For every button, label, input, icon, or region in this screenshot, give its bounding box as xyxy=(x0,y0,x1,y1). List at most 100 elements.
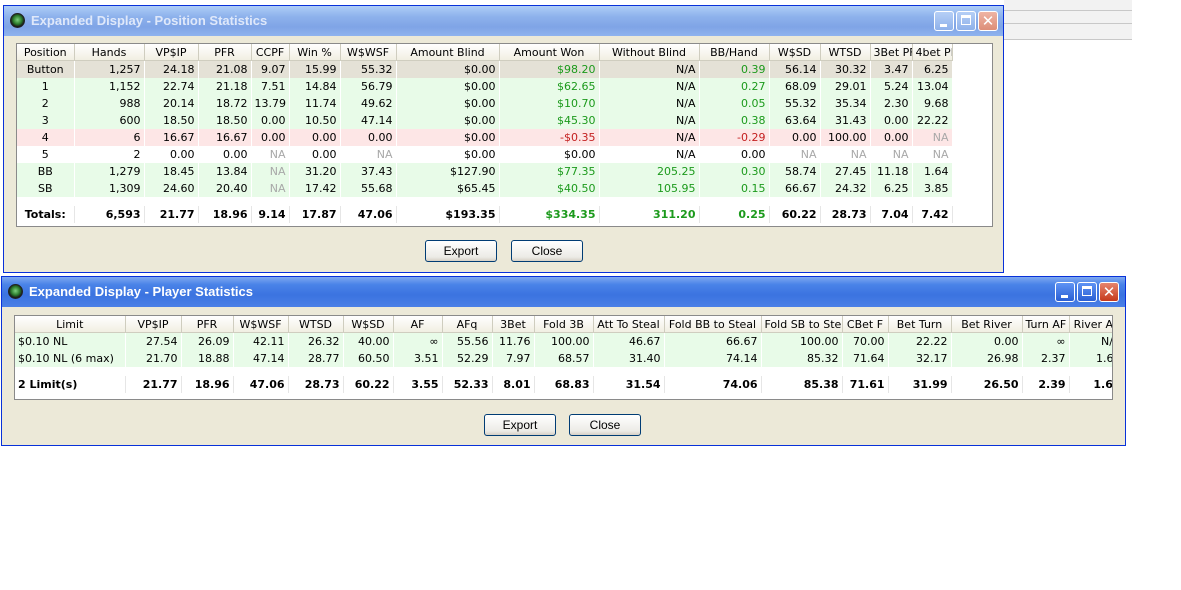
table-cell: 20.14 xyxy=(144,95,199,112)
table-cell: 22.22 xyxy=(888,332,952,350)
column-header[interactable]: Limit xyxy=(15,316,126,333)
table-cell: 47.06 xyxy=(340,206,397,223)
table-cell: $0.00 xyxy=(396,129,500,146)
column-header[interactable]: Fold SB to Steal xyxy=(761,316,843,333)
export-button[interactable]: Export xyxy=(425,240,497,262)
column-header[interactable]: 3Bet PF xyxy=(870,44,913,61)
column-header[interactable]: AFq xyxy=(442,316,493,333)
column-header[interactable]: W$SD xyxy=(343,316,394,333)
column-header[interactable]: WTSD xyxy=(288,316,344,333)
position-stats-grid[interactable]: Position Hands VP$IP PFR CCPF Win % W$WSF Amoun… xyxy=(16,43,993,227)
minimize-button[interactable] xyxy=(1055,282,1075,302)
table-cell: 22.22 xyxy=(912,112,953,129)
player-stats-grid[interactable]: Limit VP$IP PFR W$WSF WTSD W$SD AF AFq 3Bet Fold … xyxy=(14,315,1113,400)
table-cell: 74.06 xyxy=(664,376,762,393)
maximize-button[interactable] xyxy=(1077,282,1097,302)
totals-row[interactable]: Totals: 6,593 21.77 18.96 9.14 17.87 47.06 $193… xyxy=(17,206,953,223)
column-header[interactable]: BB/Hand xyxy=(699,44,770,61)
column-header[interactable]: Position xyxy=(17,44,75,61)
column-header[interactable]: WTSD xyxy=(820,44,871,61)
column-header[interactable]: Without Blind xyxy=(599,44,700,61)
spacer-cell xyxy=(761,367,843,376)
position-window-titlebar[interactable]: Expanded Display - Position Statistics ✕ xyxy=(4,6,1003,36)
poker-chip-icon xyxy=(10,13,25,28)
player-statistics-window[interactable]: Expanded Display - Player Statistics ✕ L… xyxy=(1,276,1126,446)
table-cell: 42.11 xyxy=(233,332,289,350)
table-row[interactable]: 4 6 16.67 16.67 0.00 0.00 0.00 $0.00 -$0.35 N/A -0… xyxy=(17,129,953,146)
table-row[interactable]: $0.10 NL 27.54 26.09 42.11 26.32 40.00 ∞ 55.56 1… xyxy=(15,332,1112,350)
table-cell: ∞ xyxy=(393,332,443,350)
column-header[interactable]: Bet River xyxy=(951,316,1023,333)
table-row[interactable]: Button 1,257 24.18 21.08 9.07 15.99 55.32 $0.00… xyxy=(17,60,953,78)
column-header[interactable]: Hands xyxy=(74,44,145,61)
table-cell: 70.00 xyxy=(842,332,889,350)
table-row[interactable]: 5 2 0.00 0.00 NA 0.00 NA $0.00 $0.00 N/A 0.00 NA NA N… xyxy=(17,146,953,163)
column-header[interactable]: PFR xyxy=(181,316,234,333)
table-cell: 60.22 xyxy=(343,376,394,393)
table-cell: $0.00 xyxy=(396,112,500,129)
column-header[interactable]: W$WSF xyxy=(233,316,289,333)
spacer-cell xyxy=(769,197,821,206)
column-header[interactable]: CCPF xyxy=(251,44,290,61)
column-header[interactable]: W$SD xyxy=(769,44,821,61)
table-row[interactable]: 1 1,152 22.74 21.18 7.51 14.84 56.79 $0.00 $62.6… xyxy=(17,78,953,95)
column-header[interactable]: Amount Won xyxy=(499,44,600,61)
column-header[interactable]: River AF xyxy=(1069,316,1112,333)
column-header[interactable]: Att To Steal xyxy=(593,316,665,333)
table-row[interactable]: SB 1,309 24.60 20.40 NA 17.42 55.68 $65.45 $40.5… xyxy=(17,180,953,197)
table-row[interactable]: 2 988 20.14 18.72 13.79 11.74 49.62 $0.00 $10.70… xyxy=(17,95,953,112)
position-window-title: Expanded Display - Position Statistics xyxy=(31,13,268,28)
table-cell: 18.45 xyxy=(144,163,199,180)
table-row[interactable]: $0.10 NL (6 max) 21.70 18.88 47.14 28.77 60.5… xyxy=(15,350,1112,367)
spacer-cell xyxy=(15,367,126,376)
close-button[interactable]: Close xyxy=(511,240,583,262)
table-cell: 66.67 xyxy=(664,332,762,350)
close-window-button[interactable]: ✕ xyxy=(978,11,998,31)
table-row[interactable]: BB 1,279 18.45 13.84 NA 31.20 37.43 $127.90 $77.… xyxy=(17,163,953,180)
table-cell: 26.32 xyxy=(288,332,344,350)
player-window-titlebar[interactable]: Expanded Display - Player Statistics ✕ xyxy=(2,277,1125,307)
table-cell: 13.04 xyxy=(912,78,953,95)
table-row[interactable]: 3 600 18.50 18.50 0.00 10.50 47.14 $0.00 $45.30 N… xyxy=(17,112,953,129)
column-header[interactable]: Bet Turn xyxy=(888,316,952,333)
column-header[interactable]: VP$IP xyxy=(125,316,182,333)
column-header[interactable]: Amount Blind xyxy=(396,44,500,61)
close-button[interactable]: Close xyxy=(569,414,641,436)
table-cell: 7.42 xyxy=(912,206,953,223)
table-cell: 4 xyxy=(17,129,75,146)
close-window-button[interactable]: ✕ xyxy=(1099,282,1119,302)
table-cell: 11.76 xyxy=(492,332,535,350)
export-button[interactable]: Export xyxy=(484,414,556,436)
background-window-strip-low xyxy=(1004,24,1132,40)
maximize-button[interactable] xyxy=(956,11,976,31)
table-cell: $65.45 xyxy=(396,180,500,197)
table-cell: 20.40 xyxy=(198,180,252,197)
column-header[interactable]: 4bet PF xyxy=(912,44,953,61)
spacer-cell xyxy=(393,367,443,376)
column-header[interactable]: AF xyxy=(393,316,443,333)
table-cell: NA xyxy=(340,146,397,163)
minimize-button[interactable] xyxy=(934,11,954,31)
table-cell: $0.00 xyxy=(396,95,500,112)
totals-row[interactable]: 2 Limit(s) 21.77 18.96 47.06 28.73 60.22 3.55 5… xyxy=(15,376,1112,393)
table-cell: 8.01 xyxy=(492,376,535,393)
column-header[interactable]: VP$IP xyxy=(144,44,199,61)
column-header[interactable]: W$WSF xyxy=(340,44,397,61)
close-icon: ✕ xyxy=(981,12,995,30)
table-cell: 0.38 xyxy=(699,112,770,129)
table-cell: $98.20 xyxy=(499,60,600,78)
table-cell: 6.25 xyxy=(870,180,913,197)
table-cell: 0.00 xyxy=(251,129,290,146)
table-cell: 29.01 xyxy=(820,78,871,95)
column-header[interactable]: Fold BB to Steal xyxy=(664,316,762,333)
column-header[interactable]: Win % xyxy=(289,44,341,61)
column-header[interactable]: CBet F xyxy=(842,316,889,333)
column-header[interactable]: Fold 3B xyxy=(534,316,594,333)
position-statistics-window[interactable]: Expanded Display - Position Statistics ✕… xyxy=(3,5,1004,273)
table-cell: 68.83 xyxy=(534,376,594,393)
column-header[interactable]: PFR xyxy=(198,44,252,61)
column-header[interactable]: Turn AF xyxy=(1022,316,1070,333)
column-header[interactable]: 3Bet xyxy=(492,316,535,333)
table-cell: 0.25 xyxy=(699,206,770,223)
table-cell: 60.22 xyxy=(769,206,821,223)
